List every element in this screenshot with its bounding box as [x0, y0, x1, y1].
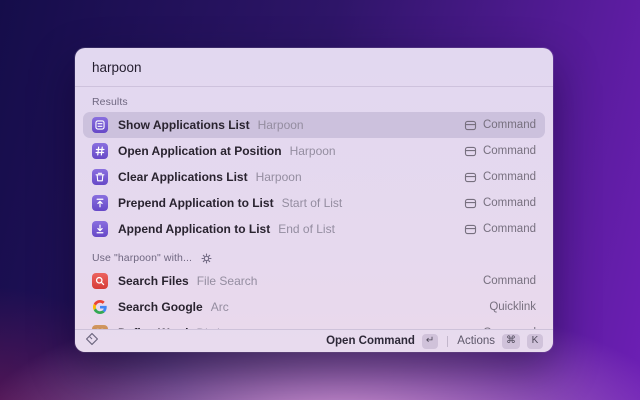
actions-button[interactable]: Actions	[457, 335, 495, 347]
command-type-icon	[464, 223, 477, 236]
result-subtitle: Start of List	[281, 196, 343, 210]
hash-icon	[92, 143, 108, 159]
list-item[interactable]: Search Google Arc Quicklink	[83, 294, 545, 320]
result-accessory: Command	[464, 197, 536, 210]
result-type-label: Command	[482, 171, 536, 183]
result-title: Prepend Application to List	[118, 196, 274, 210]
trash-icon	[92, 169, 108, 185]
result-accessory: Command	[483, 275, 536, 287]
results-section-header: Results	[83, 87, 545, 112]
result-accessory: Command	[464, 145, 536, 158]
result-subtitle: Arc	[210, 300, 229, 314]
footer-bar: Open Command ↵ Actions ⌘ K	[75, 329, 553, 352]
result-type-label: Command	[482, 145, 536, 157]
k-key-badge[interactable]: K	[527, 333, 543, 349]
cmd-key-badge[interactable]: ⌘	[502, 333, 520, 349]
result-subtitle: Harpoon	[289, 144, 336, 158]
arrow-up-icon	[92, 195, 108, 211]
footer-divider	[447, 335, 449, 347]
arrow-down-icon	[92, 221, 108, 237]
list-item[interactable]: Define WordDictionaryCommand	[83, 320, 545, 329]
search-input[interactable]	[75, 59, 553, 75]
result-type-label: Command	[482, 197, 536, 209]
raycast-logo-icon	[85, 332, 99, 351]
results-list: Results Show Applications List Harpoon Com…	[75, 87, 553, 329]
result-type-label: Command	[482, 223, 536, 235]
launcher-window: Results Show Applications List Harpoon Com…	[75, 48, 553, 352]
command-type-icon	[464, 119, 477, 132]
results-section-rows: Show Applications List Harpoon Command Open…	[83, 112, 545, 242]
result-title: Search Files	[118, 274, 189, 288]
result-subtitle: File Search	[196, 274, 258, 288]
section-title: Results	[92, 96, 128, 108]
result-title: Open Application at Position	[118, 144, 282, 158]
use-with-section-rows: Search Files File Search Command Search Goo…	[83, 268, 545, 329]
list-item[interactable]: Show Applications List Harpoon Command	[83, 112, 545, 138]
result-type-label: Quicklink	[489, 301, 536, 313]
list-item[interactable]: Search Files File Search Command	[83, 268, 545, 294]
result-accessory: Quicklink	[489, 301, 536, 313]
result-title: Show Applications List	[118, 118, 250, 132]
result-accessory: Command	[464, 223, 536, 236]
result-type-label: Command	[482, 275, 536, 287]
command-type-icon	[464, 145, 477, 158]
list-item[interactable]: Clear Applications List Harpoon Command	[83, 164, 545, 190]
result-title: Append Application to List	[118, 222, 271, 236]
section-title: Use "harpoon" with...	[92, 252, 193, 264]
search-bar	[75, 48, 553, 87]
use-with-section-header: Use "harpoon" with...	[83, 242, 545, 268]
result-type-label: Command	[482, 119, 536, 131]
gear-icon[interactable]	[201, 252, 212, 264]
result-title: Clear Applications List	[118, 170, 248, 184]
command-type-icon	[464, 197, 477, 210]
result-accessory: Command	[464, 171, 536, 184]
result-subtitle: Harpoon	[257, 118, 304, 132]
open-command-button[interactable]: Open Command	[326, 335, 415, 347]
list-item[interactable]: Open Application at Position Harpoon Comma…	[83, 138, 545, 164]
result-subtitle: End of List	[278, 222, 335, 236]
list-item[interactable]: Append Application to List End of List Com…	[83, 216, 545, 242]
result-subtitle: Harpoon	[255, 170, 302, 184]
list-item[interactable]: Prepend Application to List Start of List…	[83, 190, 545, 216]
command-type-icon	[464, 171, 477, 184]
google-icon	[92, 299, 108, 315]
enter-key-badge[interactable]: ↵	[421, 333, 439, 349]
list-icon	[92, 117, 108, 133]
result-title: Search Google	[118, 300, 203, 314]
result-accessory: Command	[464, 119, 536, 132]
file-search-icon	[92, 273, 108, 289]
